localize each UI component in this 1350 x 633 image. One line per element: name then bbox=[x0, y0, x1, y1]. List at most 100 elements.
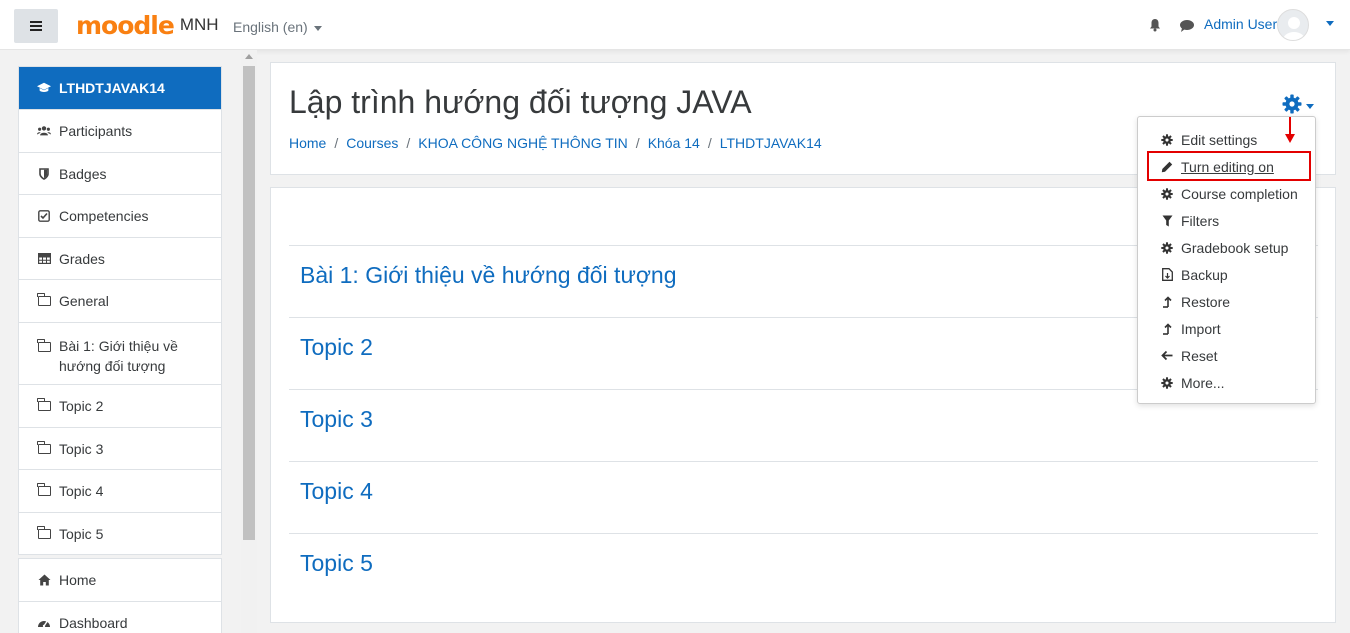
breadcrumb-home[interactable]: Home bbox=[289, 135, 326, 151]
gear-icon bbox=[1160, 187, 1174, 201]
breadcrumb-subcategory[interactable]: Khóa 14 bbox=[648, 135, 700, 151]
shield-icon bbox=[37, 167, 51, 181]
folder-icon bbox=[37, 339, 51, 354]
breadcrumb-separator: / bbox=[406, 135, 411, 151]
nav-item-grades[interactable]: Grades bbox=[19, 237, 221, 279]
section-title-link[interactable]: Topic 3 bbox=[300, 406, 373, 433]
nav-item-label: Topic 4 bbox=[59, 483, 104, 499]
course-actions-button[interactable] bbox=[1282, 93, 1318, 115]
menu-item-label: Course completion bbox=[1181, 185, 1298, 202]
nav-item-label: Participants bbox=[59, 123, 133, 139]
nav-item-dashboard[interactable]: Dashboard bbox=[19, 601, 221, 633]
menu-item-filters[interactable]: Filters bbox=[1138, 207, 1315, 234]
dashboard-icon bbox=[37, 616, 51, 630]
nav-item-lesson-1[interactable]: Bài 1: Giới thiệu về hướng đối tượng bbox=[19, 322, 221, 384]
user-avatar-icon[interactable] bbox=[1277, 9, 1309, 41]
menu-item-label: Filters bbox=[1181, 212, 1220, 229]
nav-item-competencies[interactable]: Competencies bbox=[19, 194, 221, 237]
nav-item-label: Badges bbox=[59, 165, 107, 182]
menu-item-restore[interactable]: Restore bbox=[1138, 288, 1315, 315]
nav-item-label: Bài 1: Giới thiệu về hướng đối tượng bbox=[59, 336, 178, 376]
scrollbar-thumb[interactable] bbox=[243, 66, 255, 540]
folder-icon bbox=[37, 398, 51, 413]
gear-icon bbox=[1160, 376, 1174, 390]
nav-item-label-line1: Bài 1: Giới thiệu về bbox=[59, 338, 178, 354]
breadcrumb-separator: / bbox=[707, 135, 712, 151]
nav-item-label: Topic 3 bbox=[59, 440, 104, 457]
folder-icon bbox=[37, 483, 51, 498]
table-icon bbox=[37, 252, 51, 266]
nav-item-home[interactable]: Home bbox=[19, 559, 221, 601]
bell-icon[interactable] bbox=[1148, 18, 1162, 32]
nav-item-topic-3[interactable]: Topic 3 bbox=[19, 427, 221, 469]
breadcrumb-courses[interactable]: Courses bbox=[346, 135, 398, 151]
menu-item-label: Gradebook setup bbox=[1181, 239, 1289, 256]
page-title: Lập trình hướng đối tượng JAVA bbox=[289, 84, 752, 120]
language-label: English (en) bbox=[233, 19, 308, 35]
chevron-down-icon bbox=[313, 25, 322, 31]
section-title-link[interactable]: Topic 5 bbox=[300, 550, 373, 577]
menu-icon bbox=[30, 25, 42, 27]
nav-item-label: Dashboard bbox=[59, 614, 128, 631]
graduation-cap-icon bbox=[37, 81, 51, 95]
user-name[interactable]: Admin User bbox=[1204, 16, 1277, 32]
nav-item-label: Grades bbox=[59, 250, 105, 267]
section-title-link[interactable]: Topic 4 bbox=[300, 478, 373, 505]
breadcrumb-separator: / bbox=[334, 135, 339, 151]
nav-item-label: Home bbox=[59, 572, 97, 588]
nav-item-topic-2[interactable]: Topic 2 bbox=[19, 384, 221, 427]
menu-item-label: Import bbox=[1181, 320, 1221, 337]
course-section: Topic 4 bbox=[289, 461, 1318, 533]
nav-item-participants[interactable]: Participants bbox=[19, 109, 221, 152]
section-title-link[interactable]: Topic 2 bbox=[300, 334, 373, 361]
site-nav-group: Home Dashboard bbox=[18, 558, 222, 633]
upload-icon bbox=[1160, 295, 1174, 309]
menu-toggle-button[interactable] bbox=[14, 9, 58, 43]
folder-icon bbox=[37, 293, 51, 308]
moodle-logo-text: moodle bbox=[76, 10, 175, 40]
gear-icon bbox=[1160, 133, 1174, 147]
menu-item-gradebook-setup[interactable]: Gradebook setup bbox=[1138, 234, 1315, 261]
nav-item-general[interactable]: General bbox=[19, 279, 221, 322]
breadcrumb-course[interactable]: LTHDTJAVAK14 bbox=[720, 135, 822, 151]
course-section: Topic 5 bbox=[289, 533, 1318, 605]
section-title-link[interactable]: Bài 1: Giới thiệu về hướng đối tượng bbox=[300, 262, 677, 289]
breadcrumb-category[interactable]: KHOA CÔNG NGHỆ THÔNG TIN bbox=[418, 135, 628, 151]
menu-item-import[interactable]: Import bbox=[1138, 315, 1315, 342]
scroll-up-arrow-icon[interactable] bbox=[245, 54, 253, 59]
nav-item-label: LTHDTJAVAK14 bbox=[59, 80, 165, 96]
home-icon bbox=[37, 573, 51, 587]
course-nav-group: LTHDTJAVAK14 Participants Badges Compete… bbox=[18, 66, 222, 555]
gear-icon bbox=[1282, 94, 1302, 114]
nav-item-badges[interactable]: Badges bbox=[19, 152, 221, 194]
menu-item-label: More... bbox=[1181, 374, 1225, 391]
menu-item-reset[interactable]: Reset bbox=[1138, 342, 1315, 369]
nav-item-label: General bbox=[59, 293, 109, 309]
file-icon bbox=[1160, 268, 1174, 282]
site-logo[interactable]: moodle MNH bbox=[76, 10, 219, 40]
menu-item-course-completion[interactable]: Course completion bbox=[1138, 180, 1315, 207]
language-menu[interactable]: English (en) bbox=[233, 19, 322, 35]
nav-item-label: Topic 5 bbox=[59, 525, 104, 542]
nav-item-course[interactable]: LTHDTJAVAK14 bbox=[19, 67, 221, 109]
folder-icon bbox=[37, 440, 51, 456]
user-menu-chevron-icon[interactable] bbox=[1326, 21, 1334, 26]
nav-item-topic-5[interactable]: Topic 5 bbox=[19, 512, 221, 554]
menu-item-label: Backup bbox=[1181, 266, 1228, 283]
filter-icon bbox=[1160, 214, 1174, 228]
breadcrumb-separator: / bbox=[635, 135, 640, 151]
users-icon bbox=[37, 124, 51, 138]
menu-item-more[interactable]: More... bbox=[1138, 369, 1315, 396]
nav-item-label: Competencies bbox=[59, 208, 149, 224]
nav-item-topic-4[interactable]: Topic 4 bbox=[19, 469, 221, 512]
folder-icon bbox=[37, 525, 51, 541]
check-square-icon bbox=[37, 209, 51, 223]
menu-item-backup[interactable]: Backup bbox=[1138, 261, 1315, 288]
nav-item-label: Topic 2 bbox=[59, 398, 104, 414]
menu-item-label: Reset bbox=[1181, 347, 1218, 364]
menu-item-label: Edit settings bbox=[1181, 131, 1258, 148]
annotation-highlight-box bbox=[1147, 151, 1311, 181]
chat-icon[interactable] bbox=[1179, 19, 1195, 33]
top-navbar: moodle MNH English (en) Admin User bbox=[0, 0, 1350, 50]
upload-icon bbox=[1160, 322, 1174, 336]
